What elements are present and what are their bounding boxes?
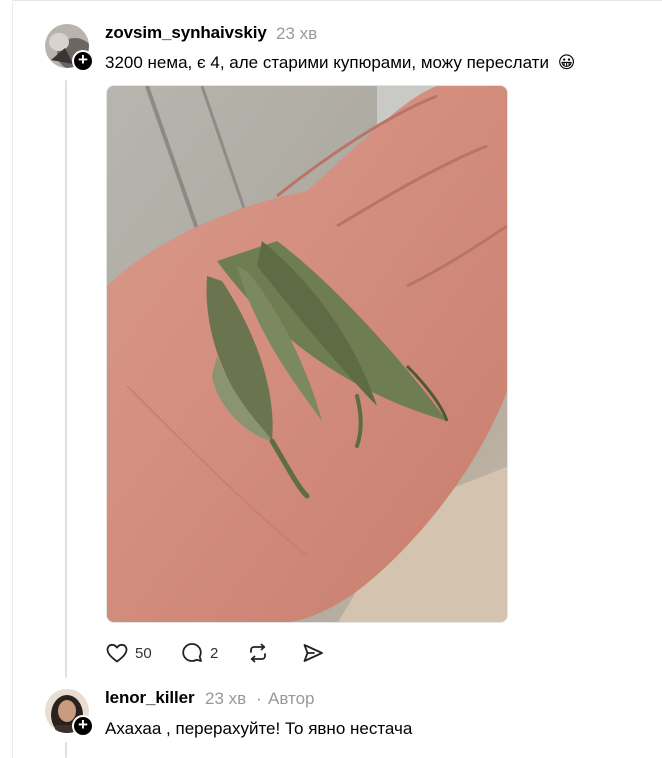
repost-button[interactable]	[246, 641, 270, 665]
reply-text: Ахахаа , перерахуйте! То явно нестача	[105, 719, 413, 738]
top-divider	[12, 0, 662, 1]
like-button[interactable]: 50	[105, 641, 152, 665]
reply-button[interactable]: 2	[180, 641, 218, 665]
like-count: 50	[135, 644, 152, 662]
left-rail	[12, 0, 13, 758]
thread-line-continuation	[65, 742, 67, 758]
reply-username[interactable]: lenor_killer	[105, 688, 195, 708]
reply-time: 23 хв	[205, 689, 247, 708]
post-text-content: 3200 нема, є 4, але старими купюрами, мо…	[105, 53, 549, 72]
thread-line	[65, 80, 67, 678]
reply-follow-plus-icon[interactable]: +	[72, 715, 94, 737]
author-label: Автор	[268, 689, 315, 708]
hand-with-leaves-icon	[107, 86, 507, 622]
post-time: 23 хв	[276, 24, 318, 43]
share-button[interactable]	[301, 641, 325, 665]
heart-icon	[106, 643, 128, 663]
post-username[interactable]: zovsim_synhaivskiy	[105, 23, 267, 43]
meta-separator: ·	[256, 689, 262, 708]
speech-bubble-icon	[182, 643, 202, 662]
grinning-face-icon: 😀	[557, 53, 576, 72]
repost-icon	[250, 643, 266, 663]
reply-count: 2	[210, 644, 219, 662]
share-icon	[303, 644, 323, 662]
follow-plus-icon[interactable]: +	[72, 50, 94, 72]
post-text: 3200 нема, є 4, але старими купюрами, мо…	[105, 53, 575, 73]
post-photo[interactable]	[106, 85, 508, 623]
